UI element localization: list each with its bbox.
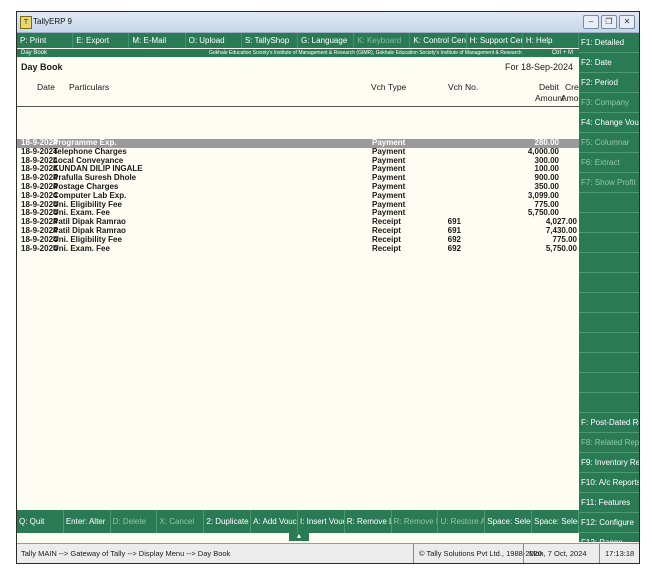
side-button <box>579 293 639 313</box>
tally-app-icon: T <box>20 16 32 29</box>
status-bar: Tally MAIN --> Gateway of Tally --> Disp… <box>17 543 639 563</box>
close-icon[interactable]: ✕ <box>619 15 635 29</box>
window-controls: – ❐ ✕ <box>583 15 635 29</box>
menu-item[interactable]: S: TallyShop <box>242 33 299 48</box>
side-button <box>579 253 639 273</box>
side-button[interactable]: F4: Change Voucher <box>579 113 639 133</box>
side-button <box>579 373 639 393</box>
menu-item[interactable]: G: Language <box>298 33 355 48</box>
side-button[interactable]: F8: Related Reports <box>579 433 639 453</box>
column-header: Date Particulars Vch Type Vch No. Debit … <box>17 82 590 107</box>
menu-item[interactable]: E: Export <box>73 33 130 48</box>
col-date: Date <box>37 82 55 92</box>
side-button[interactable]: F: Post-Dated Rep <box>579 413 639 433</box>
side-button <box>579 273 639 293</box>
title-bar: T TallyERP 9 – ❐ ✕ <box>17 12 639 33</box>
status-divider <box>599 544 600 563</box>
header-report-name: Day Book <box>21 50 48 56</box>
col-particulars: Particulars <box>69 82 110 92</box>
side-button[interactable]: F11: Features <box>579 493 639 513</box>
row-vch-no: 692 <box>447 243 461 253</box>
header-shortcut: Ctrl + M <box>551 50 573 56</box>
report-period[interactable]: For 18-Sep-2024 <box>505 62 573 72</box>
bottom-button-bar: Q: Quit Enter: Alter D: Delete X: Cancel 2: … <box>17 510 579 533</box>
status-date: Mon, 7 Oct, 2024 <box>529 549 587 558</box>
row-particulars: Uni. Exam. Fee <box>53 243 110 253</box>
side-button[interactable]: F3: Company <box>579 93 639 113</box>
minimize-icon[interactable]: – <box>583 15 599 29</box>
page-title: Day Book <box>21 62 63 72</box>
scroll-up-icon[interactable]: ▲ <box>289 533 309 541</box>
action-button[interactable]: Enter: Alter <box>64 510 111 533</box>
action-button[interactable]: X: Cancel <box>157 510 205 533</box>
side-button <box>579 353 639 373</box>
side-button[interactable]: F6: Extract <box>579 153 639 173</box>
action-button[interactable]: Space: Select <box>485 510 533 533</box>
side-button[interactable]: F10: A/c Reports <box>579 473 639 493</box>
top-menu-bar: P: Print E: Export M: E-Mail O: Upload S: Ta… <box>17 33 580 48</box>
table-row[interactable]: 18-9-2024 Uni. Exam. Fee Receipt 692 5,750.0… <box>17 243 579 254</box>
action-button[interactable]: R: Remove Line <box>345 510 392 533</box>
report-header-bar: Day Book Gokhale Education Society's Ins… <box>17 49 579 57</box>
action-button[interactable]: R: Remove Line <box>392 510 439 533</box>
side-button[interactable]: F9: Inventory Reports <box>579 453 639 473</box>
side-button[interactable]: F1: Detailed <box>579 33 639 53</box>
status-time: 17:13:18 <box>605 549 635 558</box>
side-button[interactable]: F2: Period <box>579 73 639 93</box>
side-button[interactable]: F2: Date <box>579 53 639 73</box>
col-debit: Debit <box>539 82 559 92</box>
status-divider <box>523 544 524 563</box>
col-vch-type: Vch Type <box>371 82 407 92</box>
action-button[interactable]: D: Delete <box>111 510 158 533</box>
side-button[interactable]: F5: Columnar <box>579 133 639 153</box>
window-title: TallyERP 9 <box>33 17 72 26</box>
status-divider <box>413 544 414 563</box>
col-vch-no: Vch No. <box>448 82 479 92</box>
action-button[interactable]: I: Insert Voucher <box>298 510 345 533</box>
row-credit: 5,750.00 <box>545 243 577 253</box>
menu-item[interactable]: H: Support Centre <box>467 33 523 48</box>
restore-icon[interactable]: ❐ <box>601 15 617 29</box>
row-vch-type: Receipt <box>372 243 401 253</box>
action-button[interactable]: A: Add Voucher <box>251 510 298 533</box>
menu-item[interactable]: K: Keyboard <box>354 33 411 48</box>
col-debit-sub: Amount <box>535 93 565 103</box>
menu-item[interactable]: O: Upload <box>186 33 242 48</box>
header-company-name: Gokhale Education Society's Institute of… <box>209 50 522 56</box>
side-button <box>579 193 639 213</box>
row-date: 18-9-2024 <box>21 243 58 253</box>
menu-item[interactable]: M: E-Mail <box>129 33 186 48</box>
side-button[interactable]: F12: Configure <box>579 513 639 533</box>
side-button <box>579 333 639 353</box>
side-button <box>579 313 639 333</box>
voucher-list: 18-9-2024 Programme Exp. Payment 280.00 18-9… <box>17 138 579 254</box>
tally-window: T TallyERP 9 – ❐ ✕ P: Print E: Export M: E… <box>16 11 640 564</box>
breadcrumb: Tally MAIN --> Gateway of Tally --> Disp… <box>21 549 231 558</box>
menu-item[interactable]: H: Help <box>523 33 580 48</box>
menu-item[interactable]: K: Control Centre <box>410 33 467 48</box>
right-button-panel: F1: Detailed F2: Date F2: Period F3: Compan… <box>579 33 639 563</box>
side-button <box>579 393 639 413</box>
menu-item[interactable]: P: Print <box>17 33 74 48</box>
action-button[interactable]: 2: Duplicate <box>204 510 252 533</box>
action-button[interactable]: U: Restore All <box>438 510 486 533</box>
side-button <box>579 213 639 233</box>
action-button[interactable]: Space: Select All <box>532 510 579 533</box>
action-button[interactable]: Q: Quit <box>17 510 64 533</box>
side-button[interactable]: F7: Show Profit <box>579 173 639 193</box>
side-button <box>579 233 639 253</box>
